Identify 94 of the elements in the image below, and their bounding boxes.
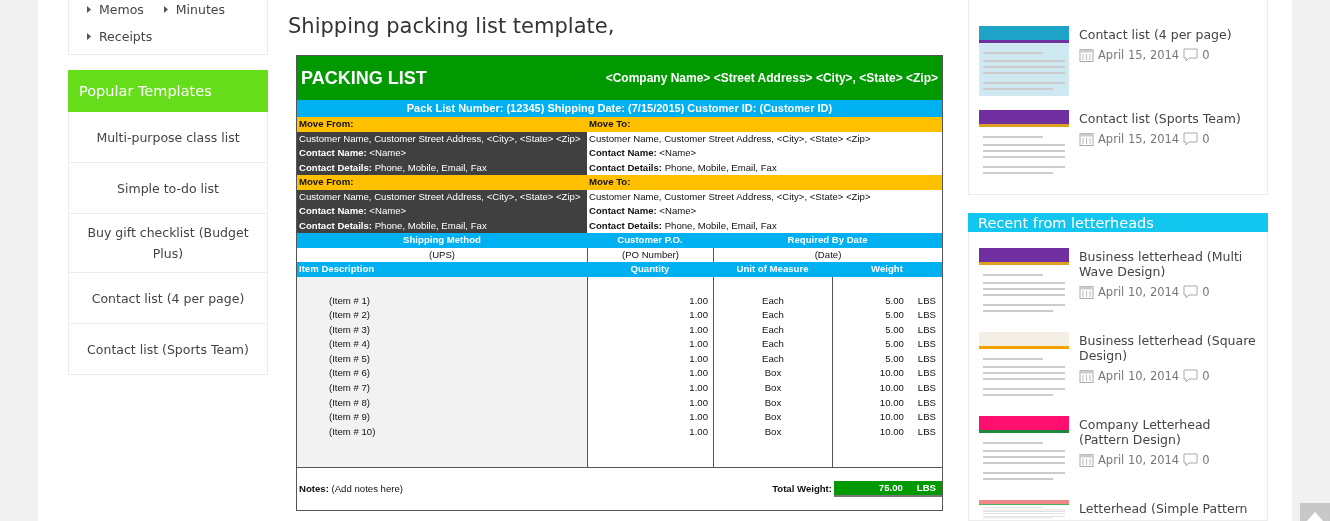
table-cell-text: 1.00 bbox=[688, 395, 709, 410]
table-cell-text: 10.00 bbox=[879, 424, 904, 439]
template-link[interactable]: Multi-purpose class list bbox=[68, 112, 268, 163]
table-cell-text: (Item # 4) bbox=[328, 337, 372, 352]
table-cell-text: LBS bbox=[917, 424, 936, 439]
notes-text: Notes: (Add notes here) bbox=[299, 483, 404, 494]
comment-count: 0 bbox=[1202, 369, 1210, 383]
table-cell-text: Each bbox=[761, 351, 785, 366]
column-header: Weight bbox=[832, 262, 942, 277]
post-title[interactable]: Business letterhead (Square Design) bbox=[1079, 333, 1257, 363]
post-date: April 10, 2014 bbox=[1098, 369, 1180, 383]
table-cell-text: Box bbox=[763, 366, 783, 381]
table-cell-text: LBS bbox=[917, 351, 936, 366]
column-header: Shipping Method bbox=[297, 233, 587, 248]
table-cell: 5.00 bbox=[885, 337, 904, 352]
table-cell: LBS bbox=[917, 381, 936, 396]
table-cell-text: LBS bbox=[917, 322, 936, 337]
table-cell: LBS bbox=[917, 308, 936, 323]
table-cell-text: 1.00 bbox=[688, 308, 709, 323]
comment-count: 0 bbox=[1202, 453, 1210, 467]
table-cell-text: Each bbox=[761, 308, 785, 323]
total-label: Total Weight: bbox=[772, 483, 832, 494]
table-cell-text: 1.00 bbox=[688, 424, 709, 439]
table-cell-text: LBS bbox=[917, 395, 936, 410]
table-cell-text: LBS bbox=[917, 366, 936, 381]
post-date: April 15, 2014 bbox=[1098, 132, 1180, 146]
table-cell-text: (Item # 3) bbox=[328, 322, 372, 337]
table-cell-text: Each bbox=[761, 293, 785, 308]
section-label: Move From: bbox=[297, 117, 587, 132]
page-title: Shipping packing list template, bbox=[288, 14, 616, 38]
table-cell-text: (Item # 6) bbox=[328, 366, 372, 381]
total-weight-cell: 75.00 LBS bbox=[834, 480, 942, 497]
table-cell-text: (Item # 10) bbox=[328, 424, 377, 439]
post-title[interactable]: Business letterhead (Multi Wave Design) bbox=[1079, 249, 1257, 279]
table-cell-text: 5.00 bbox=[885, 293, 904, 308]
comment-count: 0 bbox=[1202, 48, 1210, 62]
comment-count: 0 bbox=[1202, 132, 1210, 146]
post-date: April 10, 2014 bbox=[1098, 285, 1180, 299]
template-link[interactable]: Contact list (Sports Team) bbox=[68, 324, 268, 375]
table-cell-text: (Item # 7) bbox=[328, 381, 372, 396]
category-link[interactable]: Memos bbox=[87, 2, 144, 17]
template-link[interactable]: Contact list (4 per page) bbox=[68, 273, 268, 324]
post-date: April 15, 2014 bbox=[1098, 48, 1180, 62]
post-title[interactable]: Company Letterhead (Pattern Design) bbox=[1079, 417, 1257, 447]
column-header: Required By Date bbox=[713, 233, 942, 248]
table-cell-text: 1.00 bbox=[688, 322, 709, 337]
table-cell-text: Box bbox=[763, 424, 783, 439]
table-cell-text: 5.00 bbox=[885, 322, 904, 337]
popular-templates-heading: Popular Templates bbox=[68, 70, 268, 112]
post-date: April 10, 2014 bbox=[1098, 453, 1180, 467]
sheet-title: PACKING LIST bbox=[301, 67, 427, 89]
table-cell-text: Each bbox=[761, 337, 785, 352]
section-label: Move From: bbox=[297, 175, 587, 190]
table-cell: LBS bbox=[917, 337, 936, 352]
table-cell-text: 10.00 bbox=[879, 395, 904, 410]
table-cell-text: (Item # 9) bbox=[328, 410, 372, 425]
table-cell-text: 1.00 bbox=[688, 366, 709, 381]
post-title[interactable]: Contact list (Sports Team) bbox=[1079, 111, 1241, 126]
table-cell: 5.00 bbox=[885, 308, 904, 323]
table-cell: 10.00 bbox=[879, 410, 904, 425]
post-title[interactable]: Letterhead (Simple Pattern bbox=[1079, 501, 1248, 516]
table-cell-text: (Item # 8) bbox=[328, 395, 372, 410]
company-address: <Company Name> <Street Address> <City>, <State> <Zip> bbox=[605, 71, 938, 85]
table-cell-text: 1.00 bbox=[688, 410, 709, 425]
table-cell-text: 5.00 bbox=[885, 351, 904, 366]
table-cell-text: 1.00 bbox=[688, 351, 709, 366]
table-cell: 10.00 bbox=[879, 381, 904, 396]
section-label: Move To: bbox=[587, 175, 942, 190]
table-cell-text: (Item # 1) bbox=[328, 293, 372, 308]
column-header: Customer P.O. bbox=[587, 233, 713, 248]
template-link[interactable]: Buy gift checklist (Budget Plus) bbox=[68, 214, 268, 273]
table-cell-text: Box bbox=[763, 395, 783, 410]
template-link[interactable]: Simple to-do list bbox=[68, 163, 268, 214]
table-cell-text: (Item # 5) bbox=[328, 351, 372, 366]
column-header: Quantity bbox=[587, 262, 713, 277]
table-cell-text: LBS bbox=[917, 293, 936, 308]
category-link[interactable]: Minutes bbox=[163, 2, 226, 17]
table-cell: LBS bbox=[917, 410, 936, 425]
category-link[interactable]: Receipts bbox=[87, 29, 267, 44]
table-cell-text: 1.00 bbox=[688, 293, 709, 308]
table-cell-text: 1.00 bbox=[688, 337, 709, 352]
table-cell-text: Each bbox=[761, 322, 785, 337]
letterheads-heading: Recent from letterheads bbox=[968, 213, 1268, 232]
post-title[interactable]: Contact list (4 per page) bbox=[1079, 27, 1232, 42]
table-cell-text: Box bbox=[763, 381, 783, 396]
table-cell-text: (Item # 2) bbox=[328, 308, 372, 323]
table-cell-text: Box bbox=[763, 410, 783, 425]
table-cell-text: 1.00 bbox=[688, 381, 709, 396]
section-label: Move To: bbox=[587, 117, 942, 132]
table-cell-text: 10.00 bbox=[879, 366, 904, 381]
column-header: Item Description bbox=[297, 262, 587, 277]
column-header: Unit of Measure bbox=[713, 262, 832, 277]
info-bar: Pack List Number: (12345) Shipping Date: (7/15/2015) Customer ID: (Customer ID) bbox=[297, 100, 942, 117]
comment-count: 0 bbox=[1202, 285, 1210, 299]
